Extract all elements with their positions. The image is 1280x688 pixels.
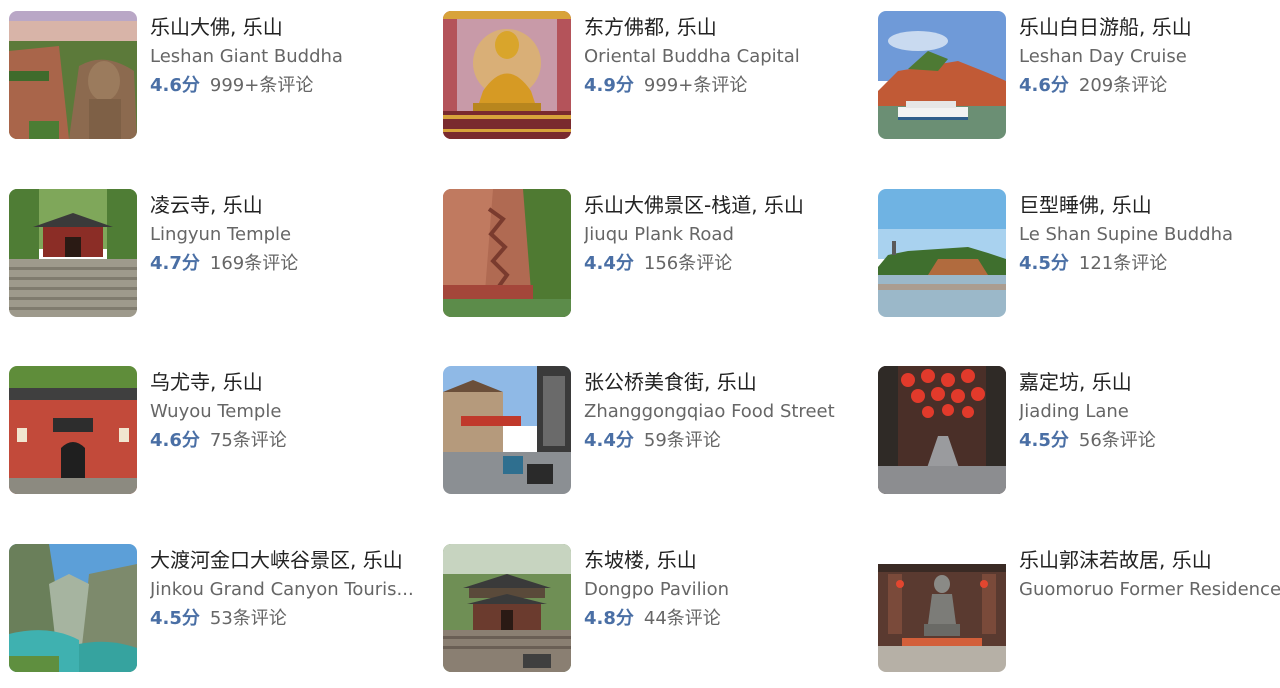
rating-score: 4.4分 [584,253,634,274]
review-count[interactable]: 44条评论 [644,608,721,629]
attraction-thumbnail[interactable] [443,544,571,672]
red-temple-wall-image [9,366,137,494]
attraction-card[interactable]: 张公桥美食街, 乐山 Zhanggongqiao Food Street 4.4… [443,366,863,494]
attraction-subtitle: Guomoruo Former Residence [1019,579,1280,600]
attraction-thumbnail[interactable] [9,189,137,317]
rating-score: 4.6分 [1019,75,1069,96]
attraction-title[interactable]: 乐山郭沫若故居, 乐山 [1019,544,1280,576]
rating-score: 4.8分 [584,608,634,629]
review-count[interactable]: 999+条评论 [644,75,747,96]
attraction-title[interactable]: 大渡河金口大峡谷景区, 乐山 [150,544,440,576]
attraction-grid: 乐山大佛, 乐山 Leshan Giant Buddha 4.6分 999+条评论 [0,0,1280,688]
attraction-rating: 4.9分 999+条评论 [584,71,874,100]
attraction-rating: 4.5分 53条评论 [150,604,440,633]
attraction-title[interactable]: 张公桥美食街, 乐山 [584,366,874,398]
pavilion-courtyard-image [443,544,571,672]
attraction-subtitle: Jiading Lane [1019,401,1129,422]
attraction-card[interactable]: 乐山大佛景区-栈道, 乐山 Jiuqu Plank Road 4.4分 156条评… [443,189,863,317]
attraction-title[interactable]: 乐山白日游船, 乐山 [1019,11,1280,43]
attraction-card[interactable]: 乐山大佛, 乐山 Leshan Giant Buddha 4.6分 999+条评论 [9,11,429,139]
attraction-card[interactable]: 东坡楼, 乐山 Dongpo Pavilion 4.8分 44条评论 [443,544,863,672]
rating-score: 4.9分 [584,75,634,96]
cruise-boat-image [878,11,1006,139]
attraction-rating: 4.7分 169条评论 [150,249,440,278]
attraction-thumbnail[interactable] [9,366,137,494]
rating-score: 4.7分 [150,253,200,274]
attraction-subtitle: Wuyou Temple [150,401,282,422]
attraction-card[interactable]: 乐山郭沫若故居, 乐山 Guomoruo Former Residence [878,544,1280,672]
attraction-subtitle: Zhanggongqiao Food Street [584,401,835,422]
rating-score: 4.6分 [150,430,200,451]
attraction-rating: 4.6分 75条评论 [150,426,440,455]
temple-steps-image [9,189,137,317]
review-count[interactable]: 56条评论 [1079,430,1156,451]
attraction-title[interactable]: 凌云寺, 乐山 [150,189,440,221]
attraction-thumbnail[interactable] [878,11,1006,139]
rating-score: 4.4分 [584,430,634,451]
review-count[interactable]: 53条评论 [210,608,287,629]
attraction-title[interactable]: 乐山大佛, 乐山 [150,11,440,43]
attraction-card[interactable]: 乐山白日游船, 乐山 Leshan Day Cruise 4.6分 209条评论 [878,11,1278,139]
golden-buddha-statue-image [443,11,571,139]
attraction-subtitle: Dongpo Pavilion [584,579,730,600]
supine-buddha-hills-image [878,189,1006,317]
attraction-thumbnail[interactable] [443,11,571,139]
review-count[interactable]: 121条评论 [1079,253,1167,274]
attraction-card[interactable]: 东方佛都, 乐山 Oriental Buddha Capital 4.9分 999… [443,11,863,139]
review-count[interactable]: 999+条评论 [210,75,313,96]
attraction-subtitle: Leshan Day Cruise [1019,46,1187,67]
lantern-lane-image [878,366,1006,494]
giant-buddha-cliff-image [9,11,137,139]
review-count[interactable]: 59条评论 [644,430,721,451]
attraction-thumbnail[interactable] [443,366,571,494]
attraction-title[interactable]: 嘉定坊, 乐山 [1019,366,1280,398]
attraction-thumbnail[interactable] [878,544,1006,672]
attraction-rating: 4.6分 999+条评论 [150,71,440,100]
residence-statue-image [878,544,1006,672]
attraction-card[interactable]: 大渡河金口大峡谷景区, 乐山 Jinkou Grand Canyon Touri… [9,544,429,672]
attraction-rating: 4.5分 56条评论 [1019,426,1280,455]
attraction-rating: 4.4分 156条评论 [584,249,874,278]
attraction-thumbnail[interactable] [878,366,1006,494]
attraction-rating: 4.6分 209条评论 [1019,71,1280,100]
attraction-rating: 4.5分 121条评论 [1019,249,1280,278]
rating-score: 4.5分 [1019,253,1069,274]
food-street-image [443,366,571,494]
rating-score: 4.5分 [150,608,200,629]
attraction-title[interactable]: 乐山大佛景区-栈道, 乐山 [584,189,874,221]
attraction-card[interactable]: 凌云寺, 乐山 Lingyun Temple 4.7分 169条评论 [9,189,429,317]
attraction-title[interactable]: 乌尤寺, 乐山 [150,366,440,398]
attraction-rating: 4.4分 59条评论 [584,426,874,455]
attraction-subtitle: Jiuqu Plank Road [584,224,734,245]
rating-score: 4.6分 [150,75,200,96]
attraction-title[interactable]: 巨型睡佛, 乐山 [1019,189,1280,221]
attraction-thumbnail[interactable] [878,189,1006,317]
canyon-river-image [9,544,137,672]
attraction-title[interactable]: 东方佛都, 乐山 [584,11,874,43]
attraction-rating: 4.8分 44条评论 [584,604,874,633]
attraction-card[interactable]: 巨型睡佛, 乐山 Le Shan Supine Buddha 4.5分 121条评… [878,189,1278,317]
attraction-thumbnail[interactable] [9,11,137,139]
attraction-title[interactable]: 东坡楼, 乐山 [584,544,874,576]
attraction-card[interactable]: 乌尤寺, 乐山 Wuyou Temple 4.6分 75条评论 [9,366,429,494]
attraction-subtitle: Lingyun Temple [150,224,292,245]
cliff-plank-road-image [443,189,571,317]
attraction-subtitle: Oriental Buddha Capital [584,46,800,67]
attraction-thumbnail[interactable] [9,544,137,672]
review-count[interactable]: 209条评论 [1079,75,1167,96]
attraction-subtitle: Le Shan Supine Buddha [1019,224,1234,245]
review-count[interactable]: 169条评论 [210,253,298,274]
attraction-subtitle: Leshan Giant Buddha [150,46,343,67]
review-count[interactable]: 156条评论 [644,253,732,274]
attraction-card[interactable]: 嘉定坊, 乐山 Jiading Lane 4.5分 56条评论 [878,366,1278,494]
rating-score: 4.5分 [1019,430,1069,451]
review-count[interactable]: 75条评论 [210,430,287,451]
attraction-subtitle: Jinkou Grand Canyon Touris... [150,579,414,600]
attraction-thumbnail[interactable] [443,189,571,317]
